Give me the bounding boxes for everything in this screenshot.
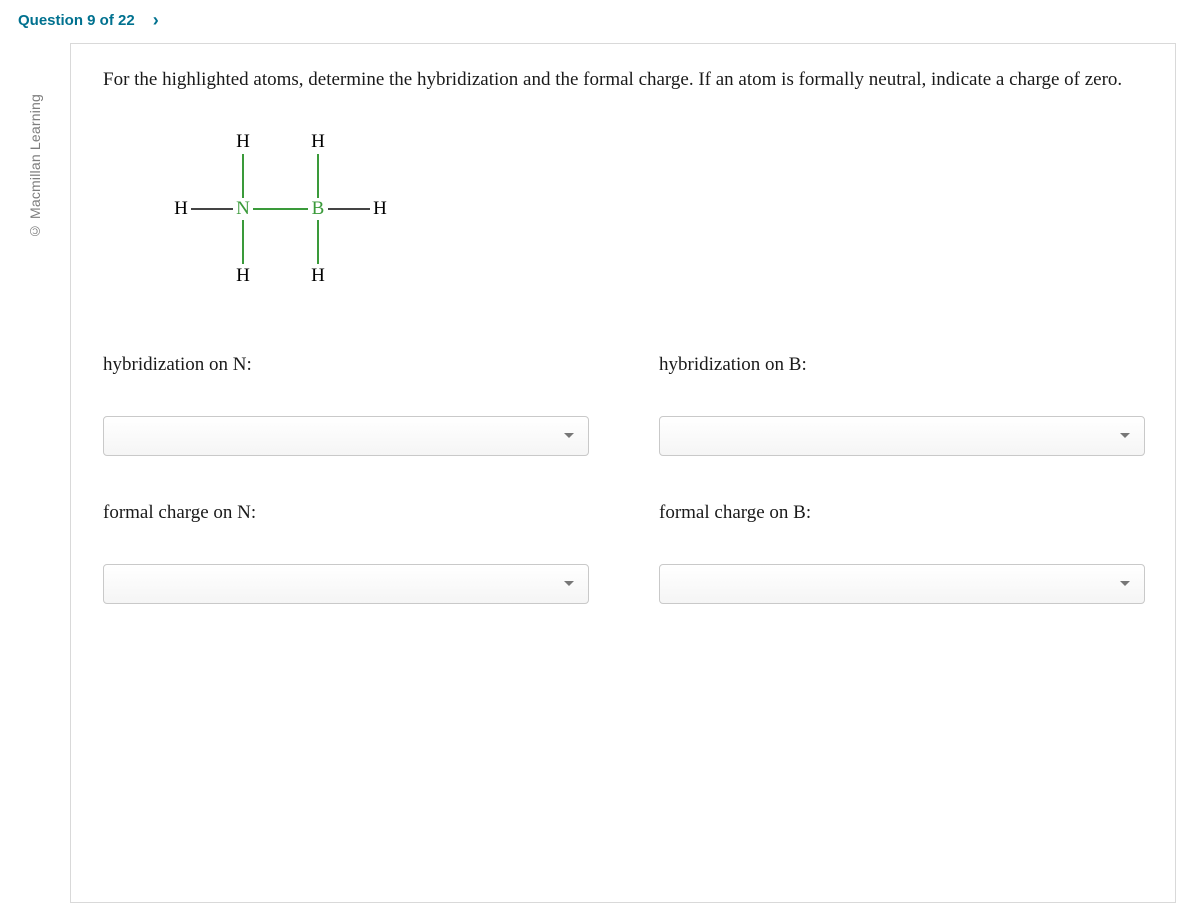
- bond-b-h-bottom: [317, 220, 319, 264]
- bond-n-h-top: [242, 154, 244, 198]
- label-hyb-b: hybridization on B:: [659, 354, 1145, 376]
- label-fc-n: formal charge on N:: [103, 502, 589, 524]
- atom-h-top-n: H: [236, 131, 250, 153]
- atom-h-bot-b: H: [311, 265, 325, 287]
- chevron-down-icon: [1120, 433, 1130, 438]
- atom-h-bot-n: H: [236, 265, 250, 287]
- field-hybridization-b: hybridization on B:: [659, 354, 1145, 456]
- molecule-diagram: H H H N B H H H: [133, 124, 393, 294]
- copyright-label: © Macmillan Learning: [27, 94, 43, 239]
- chevron-down-icon: [564, 433, 574, 438]
- question-card: © Macmillan Learning For the highlighted…: [70, 43, 1176, 903]
- atom-h-top-b: H: [311, 131, 325, 153]
- bond-n-h-bottom: [242, 220, 244, 264]
- field-formal-charge-b: formal charge on B:: [659, 502, 1145, 604]
- atom-h-right: H: [373, 198, 387, 220]
- question-number: Question 9 of 22: [18, 12, 135, 29]
- atom-n: N: [236, 198, 250, 220]
- chevron-down-icon: [564, 581, 574, 586]
- atom-b: B: [312, 198, 325, 220]
- label-hyb-n: hybridization on N:: [103, 354, 589, 376]
- bond-n-b: [253, 208, 308, 210]
- bond-b-h-top: [317, 154, 319, 198]
- chevron-down-icon: [1120, 581, 1130, 586]
- answer-fields: hybridization on N: hybridization on B: …: [103, 354, 1145, 604]
- select-formal-charge-b[interactable]: [659, 564, 1145, 604]
- atom-h-left: H: [174, 198, 188, 220]
- question-prompt: For the highlighted atoms, determine the…: [103, 66, 1145, 94]
- select-hybridization-b[interactable]: [659, 416, 1145, 456]
- select-hybridization-n[interactable]: [103, 416, 589, 456]
- label-fc-b: formal charge on B:: [659, 502, 1145, 524]
- next-question-chevron-icon[interactable]: ›: [153, 10, 159, 31]
- field-formal-charge-n: formal charge on N:: [103, 502, 589, 604]
- field-hybridization-n: hybridization on N:: [103, 354, 589, 456]
- select-formal-charge-n[interactable]: [103, 564, 589, 604]
- bond-b-h-right: [328, 208, 370, 210]
- question-header: Question 9 of 22 ›: [0, 0, 1200, 37]
- bond-h-n-left: [191, 208, 233, 210]
